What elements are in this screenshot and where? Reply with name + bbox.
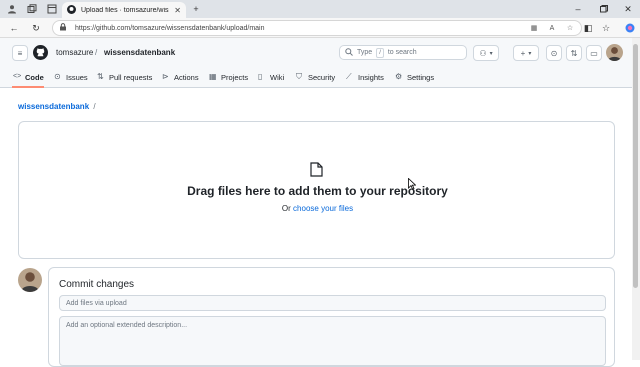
git-pull-request-icon: ⇅ bbox=[97, 72, 104, 81]
tab-security-label: Security bbox=[308, 72, 336, 82]
url-field[interactable]: https://github.com/tomsazure/wissensdate… bbox=[52, 20, 582, 36]
site-info-icon[interactable] bbox=[59, 23, 67, 33]
tab-settings[interactable]: ⚙ Settings bbox=[395, 70, 434, 84]
commit-changes-box: Commit changes Add files via upload Add … bbox=[48, 267, 615, 367]
tab-wiki-label: Wiki bbox=[270, 72, 285, 82]
copilot-icon[interactable] bbox=[624, 22, 636, 34]
scrollbar-thumb[interactable] bbox=[633, 44, 638, 288]
active-tab-underline bbox=[12, 86, 44, 88]
issue-opened-icon: ⊙ bbox=[550, 48, 558, 58]
favorites-icon[interactable]: ☆ bbox=[600, 22, 612, 34]
plus-icon: + bbox=[520, 48, 526, 58]
issue-opened-icon: ⊙ bbox=[54, 72, 61, 81]
github-favicon-icon bbox=[67, 4, 76, 16]
commit-title: Commit changes bbox=[59, 279, 135, 290]
tab-code[interactable]: <> Code bbox=[13, 70, 44, 84]
commit-description-textarea[interactable]: Add an optional extended description... bbox=[59, 316, 606, 366]
play-icon: ⊳ bbox=[162, 72, 169, 81]
dropzone-subtitle: Or choose your files bbox=[19, 204, 616, 213]
split-screen-icon[interactable]: ◧ bbox=[582, 22, 594, 34]
new-tab-icon[interactable]: + bbox=[190, 3, 202, 15]
collections-icon[interactable] bbox=[26, 3, 38, 15]
tab-actions-label: Actions bbox=[174, 72, 199, 82]
search-input[interactable]: Type / to search bbox=[339, 45, 467, 60]
tab-title: Upload files · tomsazure/wissensd bbox=[81, 6, 169, 14]
close-tab-icon[interactable]: ✕ bbox=[174, 6, 181, 15]
git-pull-request-icon: ⇅ bbox=[570, 48, 578, 58]
chevron-down-icon: ▾ bbox=[528, 50, 532, 57]
refresh-icon[interactable]: ↻ bbox=[30, 22, 42, 34]
commit-summary-input[interactable]: Add files via upload bbox=[59, 295, 606, 311]
tab-actions[interactable]: ⊳ Actions bbox=[162, 70, 199, 84]
tab-security[interactable]: ⛉ Security bbox=[296, 70, 335, 84]
inbox-button[interactable]: ▭ bbox=[586, 45, 602, 61]
favorite-star-icon[interactable]: ☆ bbox=[565, 23, 575, 33]
browser-tab[interactable]: Upload files · tomsazure/wissensd ✕ bbox=[62, 2, 186, 18]
gear-icon: ⚙ bbox=[395, 72, 403, 81]
copilot-icon: ⚇ bbox=[479, 48, 487, 58]
code-icon: <> bbox=[13, 73, 22, 80]
tab-pull-requests[interactable]: ⇅ Pull requests bbox=[97, 70, 152, 84]
tab-projects[interactable]: ▦ Projects bbox=[209, 70, 248, 84]
choose-files-link[interactable]: choose your files bbox=[293, 204, 353, 213]
github-header: ≡ tomsazure / wissensdatenbank Type / to… bbox=[0, 38, 632, 88]
restore-icon[interactable] bbox=[598, 3, 610, 15]
search-placeholder-suffix: to search bbox=[387, 49, 417, 56]
file-icon bbox=[310, 162, 323, 179]
repo-link[interactable]: wissensdatenbank bbox=[104, 48, 175, 57]
github-logo-icon[interactable] bbox=[33, 45, 48, 62]
file-dropzone[interactable]: Drag files here to add them to your repo… bbox=[18, 121, 615, 259]
create-new-button[interactable]: + ▾ bbox=[513, 45, 539, 61]
owner-repo-separator: / bbox=[95, 48, 98, 57]
mouse-cursor-icon bbox=[408, 177, 417, 190]
breadcrumb-separator: / bbox=[93, 102, 96, 111]
graph-icon: ⟋ bbox=[346, 72, 352, 81]
table-icon: ▦ bbox=[209, 72, 217, 81]
search-placeholder: Type bbox=[357, 49, 373, 56]
tab-actions-icon[interactable] bbox=[46, 3, 58, 15]
tab-settings-label: Settings bbox=[407, 72, 435, 82]
breadcrumb: wissensdatenbank / bbox=[18, 102, 96, 111]
menu-hamburger-icon[interactable]: ≡ bbox=[12, 45, 28, 61]
copilot-menu-button[interactable]: ⚇ ▾ bbox=[473, 45, 499, 61]
close-window-icon[interactable]: ✕ bbox=[622, 3, 634, 15]
book-icon: ▯ bbox=[258, 72, 263, 81]
minimize-icon[interactable]: – bbox=[572, 3, 584, 15]
tab-issues[interactable]: ⊙ Issues bbox=[54, 70, 88, 84]
tab-insights[interactable]: ⟋ Insights bbox=[346, 70, 384, 84]
chevron-down-icon: ▾ bbox=[489, 50, 493, 57]
back-arrow-icon[interactable]: ← bbox=[8, 22, 20, 34]
shield-icon: ⛉ bbox=[296, 72, 302, 81]
tab-pull-requests-label: Pull requests bbox=[109, 72, 153, 82]
url-text: https://github.com/tomsazure/wissensdate… bbox=[75, 24, 265, 32]
dropzone-or-text: Or bbox=[281, 204, 291, 213]
breadcrumb-repo-link[interactable]: wissensdatenbank bbox=[18, 102, 89, 111]
search-icon bbox=[345, 47, 353, 58]
tab-wiki[interactable]: ▯ Wiki bbox=[258, 70, 284, 84]
dropzone-title: Drag files here to add them to your repo… bbox=[187, 184, 448, 198]
pull-requests-button[interactable]: ⇅ bbox=[566, 45, 582, 61]
search-shortcut-key: / bbox=[376, 47, 384, 58]
browser-address-bar: ← ↻ https://github.com/tomsazure/wissens… bbox=[0, 18, 640, 38]
owner-link[interactable]: tomsazure bbox=[56, 48, 93, 57]
user-avatar[interactable] bbox=[606, 44, 623, 61]
profile-icon[interactable] bbox=[6, 3, 18, 15]
tab-insights-label: Insights bbox=[358, 72, 384, 82]
tab-issues-label: Issues bbox=[66, 72, 88, 82]
tab-projects-label: Projects bbox=[221, 72, 249, 82]
browser-tab-bar: Upload files · tomsazure/wissensd ✕ + – … bbox=[0, 0, 640, 18]
apps-icon[interactable]: ▦ bbox=[529, 23, 539, 33]
tab-code-label: Code bbox=[25, 72, 44, 82]
issues-button[interactable]: ⊙ bbox=[546, 45, 562, 61]
inbox-icon: ▭ bbox=[590, 48, 598, 58]
commit-author-avatar bbox=[18, 268, 42, 292]
read-aloud-icon[interactable]: A bbox=[547, 23, 557, 33]
